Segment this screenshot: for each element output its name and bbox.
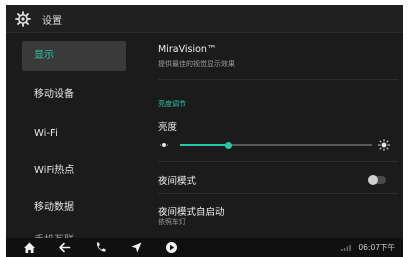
sidebar-item-mobile-devices[interactable]: 移动设备 [22,80,126,110]
page-title: 设置 [42,16,62,27]
sidebar-item-wifi[interactable]: Wi-Fi [22,119,126,149]
brightness-slider-fill [180,144,228,146]
brightness-high-icon [378,139,390,151]
signal-icon [341,245,351,251]
gear-icon[interactable] [15,11,31,27]
settings-sidebar: 显示 移动设备 Wi-Fi WiFi热点 移动数据 手机互联 [6,33,136,238]
miravision-subtitle: 提供最佳的视觉显示效果 [158,60,235,68]
divider [158,193,398,194]
phone-icon[interactable] [94,241,107,254]
settings-screen: 设置 显示 移动设备 Wi-Fi WiFi热点 移动数据 手机互联 MiraVi… [6,5,403,257]
divider [158,161,398,162]
navigation-icon[interactable] [130,241,143,254]
miravision-title: MiraVision™ [158,44,217,55]
title-bar: 设置 [6,5,403,33]
brightness-low-icon [160,143,168,147]
brightness-slider[interactable] [180,141,372,149]
night-mode-toggle[interactable] [368,175,386,185]
sidebar-item-phone-link[interactable]: 手机互联 [22,226,126,238]
night-mode-auto-subtitle: 依照车灯 [158,218,186,226]
play-icon[interactable] [165,241,178,254]
brightness-slider-handle[interactable] [224,141,232,149]
night-mode-auto-label: 夜间模式自启动 [158,207,225,218]
brightness-section-header: 亮度调节 [158,100,186,108]
home-icon[interactable] [23,241,36,254]
sidebar-item-mobile-data[interactable]: 移动数据 [22,193,126,223]
divider [158,79,398,80]
sidebar-item-display[interactable]: 显示 [22,41,126,71]
sidebar-item-hotspot[interactable]: WiFi热点 [22,156,126,186]
night-mode-label: 夜间模式 [158,176,197,187]
settings-content: MiraVision™ 提供最佳的视觉显示效果 亮度调节 亮度 夜间模式 夜间模… [136,33,403,238]
back-icon[interactable] [58,241,71,254]
brightness-label: 亮度 [158,122,178,133]
toggle-knob [368,175,378,185]
navigation-bar: 06:07下午 [6,238,403,257]
status-clock: 06:07下午 [358,243,395,252]
